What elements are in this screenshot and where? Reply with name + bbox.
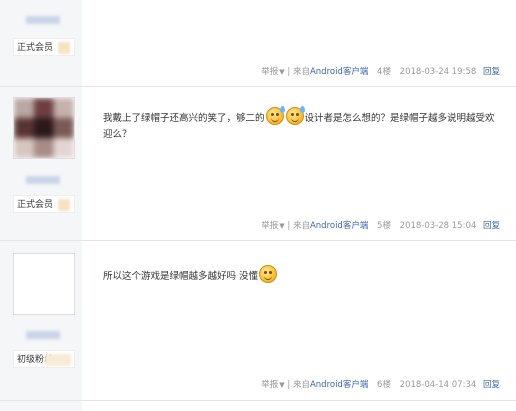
post-text-part-1: 我戴上了绿帽子还高兴的笑了，够二的	[103, 113, 265, 124]
sweat-smile-emoji-icon	[285, 106, 305, 125]
user-rank-badge: 正式会员	[13, 38, 75, 56]
reply-link[interactable]: 回复	[483, 67, 500, 77]
username-blurred	[26, 16, 60, 24]
separator: |	[287, 221, 291, 231]
user-sidebar	[0, 401, 82, 411]
separator: |	[287, 67, 291, 77]
post-meta: 举报▼ | 来自Android客户端 6楼 2018-04-14 07:34 回…	[261, 378, 500, 390]
level-badge-icon	[58, 199, 70, 211]
floor-number: 6楼	[377, 380, 391, 390]
report-link[interactable]: 举报	[261, 380, 278, 390]
avatar[interactable]	[13, 253, 75, 315]
smile-emoji-icon	[259, 265, 278, 283]
source-prefix: 来自	[292, 221, 310, 231]
floor-number: 4楼	[377, 67, 391, 77]
chevron-down-icon[interactable]: ▼	[279, 381, 284, 389]
post-floor-5: 正式会员 我戴上了绿帽子还高兴的笑了，够二的 设计者是怎么想的？是绿帽子越多说明越…	[0, 87, 516, 241]
user-sidebar: 正式会员	[0, 0, 82, 86]
post-floor-4: 正式会员 举报▼ | 来自Android客户端 4楼 2018-03-24 19…	[0, 0, 516, 87]
source-prefix: 来自	[292, 380, 310, 390]
post-time: 2018-03-28 15:04	[399, 221, 477, 231]
post-next-partial	[0, 401, 516, 411]
level-badge-icon	[45, 354, 71, 366]
post-content: 我戴上了绿帽子还高兴的笑了，够二的 设计者是怎么想的？是绿帽子越多说明越受欢迎么？	[103, 106, 499, 143]
report-link[interactable]: 举报	[261, 221, 278, 231]
rank-label: 正式会员	[17, 43, 54, 53]
reply-link[interactable]: 回复	[483, 221, 500, 231]
user-rank-badge: 正式会员	[13, 195, 75, 213]
post-meta: 举报▼ | 来自Android客户端 5楼 2018-03-28 15:04 回…	[261, 219, 500, 231]
post-time: 2018-03-24 19:58	[399, 67, 477, 77]
chevron-down-icon[interactable]: ▼	[279, 222, 284, 230]
sweat-smile-emoji-icon	[265, 106, 285, 125]
user-sidebar: 正式会员	[0, 87, 82, 240]
user-sidebar: 初级粉丝	[0, 241, 82, 400]
source-link[interactable]: Android客户端	[310, 67, 368, 77]
level-badge-icon	[58, 42, 70, 54]
chevron-down-icon[interactable]: ▼	[279, 68, 284, 76]
post-text: 所以这个游戏是绿帽越多越好吗 没懂	[103, 271, 259, 282]
post-content: 所以这个游戏是绿帽越多越好吗 没懂	[103, 265, 499, 285]
post-time: 2018-04-14 07:34	[399, 380, 477, 390]
post-meta: 举报▼ | 来自Android客户端 4楼 2018-03-24 19:58 回…	[261, 65, 500, 77]
separator: |	[287, 380, 291, 390]
reply-link[interactable]: 回复	[483, 380, 500, 390]
username-blurred[interactable]	[26, 176, 60, 184]
username-blurred[interactable]	[26, 331, 60, 339]
rank-label: 正式会员	[17, 200, 54, 210]
avatar[interactable]	[13, 97, 75, 159]
floor-number: 5楼	[377, 221, 391, 231]
source-prefix: 来自	[292, 67, 310, 77]
user-rank-badge: 初级粉丝	[13, 350, 75, 368]
post-floor-6: 初级粉丝 所以这个游戏是绿帽越多越好吗 没懂 举报▼ | 来自Android客户…	[0, 241, 516, 401]
source-link[interactable]: Android客户端	[310, 221, 368, 231]
source-link[interactable]: Android客户端	[310, 380, 368, 390]
report-link[interactable]: 举报	[261, 67, 278, 77]
